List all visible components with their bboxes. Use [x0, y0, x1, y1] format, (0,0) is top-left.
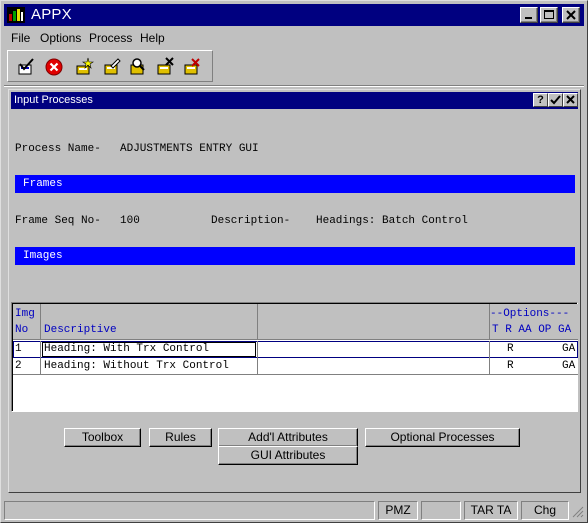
- menu-help[interactable]: Help: [140, 31, 165, 45]
- close-icon: [566, 95, 575, 104]
- rules-button[interactable]: Rules: [149, 428, 212, 447]
- row-img-no: 1: [15, 343, 22, 355]
- child-window-title: Input Processes: [14, 94, 93, 106]
- frames-section-bar: Frames: [15, 175, 575, 193]
- minimize-icon: [525, 17, 532, 19]
- row-descriptive: Heading: With Trx Control: [44, 343, 210, 355]
- minimize-button[interactable]: [520, 7, 538, 23]
- child-title-bar[interactable]: Input Processes ?: [11, 92, 578, 109]
- toolbox-button[interactable]: Toolbox: [64, 428, 141, 447]
- toolbar: [7, 50, 213, 82]
- table-row[interactable]: 2 Heading: Without Trx Control R GA: [13, 358, 578, 375]
- window-title: APPX: [31, 6, 72, 23]
- child-close-button[interactable]: [563, 93, 578, 107]
- frame-seq-value: 100: [120, 215, 140, 227]
- row-descriptive: Heading: Without Trx Control: [44, 360, 229, 372]
- review-icon[interactable]: [182, 57, 202, 77]
- menu-options[interactable]: Options: [40, 31, 81, 45]
- table-row[interactable]: 1 Heading: With Trx Control R GA: [13, 341, 578, 358]
- status-tar-ta: TAR TA: [464, 501, 518, 520]
- close-button[interactable]: [562, 7, 580, 23]
- frame-seq-label: Frame Seq No-: [15, 215, 101, 227]
- images-table: Img No Descriptive --Options--- T R AA O…: [11, 302, 578, 412]
- col-header-options[interactable]: --Options--- T R AA OP GA: [490, 304, 578, 340]
- menu-bar: File Options Process Help: [4, 28, 584, 48]
- help-question-icon: ?: [537, 94, 544, 106]
- appx-logo-icon: [7, 7, 25, 23]
- input-processes-window: Input Processes ? Process Name- ADJUSTME…: [8, 89, 581, 493]
- description-label: Description-: [211, 215, 291, 227]
- app-window: APPX File Options Process Help Input Pro…: [0, 0, 588, 523]
- close-icon: [566, 10, 576, 20]
- resize-grip-icon[interactable]: [572, 506, 584, 518]
- inquire-magnifier-icon[interactable]: [128, 57, 148, 77]
- menu-file[interactable]: File: [11, 31, 30, 45]
- status-bar: PMZ TAR TA Chg: [4, 500, 584, 520]
- change-edit-icon[interactable]: [102, 57, 122, 77]
- process-name-value: ADJUSTMENTS ENTRY GUI: [120, 143, 259, 155]
- table-header: Img No Descriptive --Options--- T R AA O…: [13, 304, 578, 340]
- row-option-ga: GA: [562, 343, 576, 355]
- col-header-img[interactable]: Img No: [13, 304, 41, 340]
- maximize-icon: [544, 10, 554, 19]
- maximize-button[interactable]: [540, 7, 558, 23]
- description-value: Headings: Batch Control: [316, 215, 468, 227]
- cancel-x-icon[interactable]: [44, 57, 64, 77]
- frames-section-title: Frames: [23, 178, 63, 190]
- gui-attributes-button[interactable]: GUI Attributes: [218, 446, 358, 465]
- help-button[interactable]: ?: [533, 93, 548, 107]
- ok-check-icon[interactable]: [16, 57, 36, 77]
- addl-attributes-button[interactable]: Add'l Attributes: [218, 428, 358, 447]
- col-header-blank: [258, 304, 490, 340]
- menu-process[interactable]: Process: [89, 31, 132, 45]
- status-pmz: PMZ: [378, 501, 418, 520]
- title-bar[interactable]: APPX: [4, 4, 584, 26]
- toolbar-divider: [4, 85, 584, 87]
- row-option-ga: GA: [562, 360, 576, 372]
- row-img-no: 2: [15, 360, 22, 372]
- status-blank: [421, 501, 461, 520]
- optional-processes-button[interactable]: Optional Processes: [365, 428, 520, 447]
- process-name-label: Process Name-: [15, 143, 101, 155]
- status-message: [4, 501, 375, 520]
- row-option-r: R: [507, 360, 514, 372]
- status-chg: Chg: [521, 501, 569, 520]
- delete-x-icon[interactable]: [155, 57, 175, 77]
- col-header-descriptive[interactable]: Descriptive: [41, 304, 258, 340]
- add-star-icon[interactable]: [74, 57, 94, 77]
- images-section-title: Images: [23, 250, 63, 262]
- row-option-r: R: [507, 343, 514, 355]
- check-button[interactable]: [548, 93, 563, 107]
- check-icon: [550, 95, 561, 105]
- images-section-bar: Images: [15, 247, 575, 265]
